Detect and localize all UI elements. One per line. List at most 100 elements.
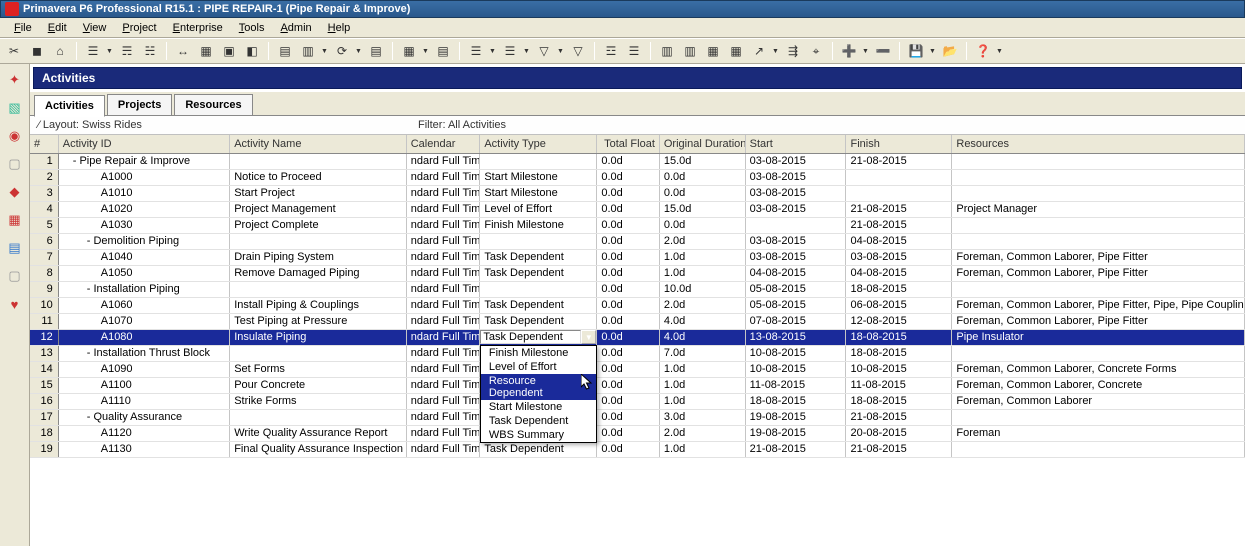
toolbar-btn[interactable]: ▤ bbox=[366, 41, 386, 61]
dropdown-option[interactable]: Resource Dependent bbox=[481, 374, 596, 400]
dropdown-option[interactable]: Task Dependent bbox=[481, 414, 596, 428]
section-header: Activities bbox=[33, 67, 1242, 89]
table-row[interactable]: 9- Installation Pipingndard Full Time0.0… bbox=[30, 281, 1245, 297]
toolbar-btn[interactable]: ▥ bbox=[680, 41, 700, 61]
table-row[interactable]: 6- Demolition Pipingndard Full Time0.0d2… bbox=[30, 233, 1245, 249]
menu-edit[interactable]: Edit bbox=[40, 20, 75, 36]
col-header[interactable]: Activity Type bbox=[480, 135, 597, 153]
menu-file[interactable]: File bbox=[6, 20, 40, 36]
sidebar-icon[interactable]: ▦ bbox=[7, 212, 23, 228]
col-header[interactable]: Finish bbox=[846, 135, 952, 153]
col-header[interactable]: Activity ID bbox=[58, 135, 229, 153]
col-header[interactable]: Calendar bbox=[406, 135, 480, 153]
toolbar-btn[interactable]: ▣ bbox=[219, 41, 239, 61]
toolbar-btn[interactable]: ☰ bbox=[624, 41, 644, 61]
toolbar-btn[interactable]: ☰ bbox=[83, 41, 103, 61]
table-row[interactable]: 13- Installation Thrust Blockndard Full … bbox=[30, 345, 1245, 361]
toolbar-btn[interactable]: ▥ bbox=[657, 41, 677, 61]
toolbar-btn[interactable]: ☰ bbox=[500, 41, 520, 61]
toolbar-btn[interactable]: ☲ bbox=[601, 41, 621, 61]
col-header[interactable]: Total Float bbox=[597, 135, 660, 153]
menu-help[interactable]: Help bbox=[320, 20, 359, 36]
toolbar-btn[interactable]: ✂ bbox=[4, 41, 24, 61]
sidebar-icon[interactable]: ▧ bbox=[7, 100, 23, 116]
sidebar-icon[interactable]: ▤ bbox=[7, 240, 23, 256]
table-row[interactable]: 11A1070Test Piping at Pressurendard Full… bbox=[30, 313, 1245, 329]
toolbar-btn[interactable]: 📂 bbox=[940, 41, 960, 61]
toolbar-btn[interactable]: ⟳ bbox=[332, 41, 352, 61]
menu-admin[interactable]: Admin bbox=[272, 20, 319, 36]
table-row[interactable]: 19A1130Final Quality Assurance Inspectio… bbox=[30, 441, 1245, 457]
table-row[interactable]: 5A1030Project Completendard Full TimeFin… bbox=[30, 217, 1245, 233]
dropdown-option[interactable]: Start Milestone bbox=[481, 400, 596, 414]
activity-type-dropdown[interactable]: Finish MilestoneLevel of EffortResource … bbox=[480, 345, 597, 443]
menu-project[interactable]: Project bbox=[114, 20, 164, 36]
toolbar-btn[interactable]: 💾 bbox=[906, 41, 926, 61]
dropdown-option[interactable]: WBS Summary bbox=[481, 428, 596, 442]
toolbar-btn[interactable]: ➕ bbox=[839, 41, 859, 61]
filter-label[interactable]: Filter: All Activities bbox=[418, 119, 1237, 131]
toolbar-btn[interactable]: ☵ bbox=[140, 41, 160, 61]
table-row[interactable]: 18A1120Write Quality Assurance Reportnda… bbox=[30, 425, 1245, 441]
table-row[interactable]: 8A1050Remove Damaged Pipingndard Full Ti… bbox=[30, 265, 1245, 281]
table-row[interactable]: 14A1090Set Formsndard Full TimeTask Depe… bbox=[30, 361, 1245, 377]
tab-projects[interactable]: Projects bbox=[107, 94, 172, 115]
toolbar-btn[interactable]: ▽ bbox=[534, 41, 554, 61]
menu-bar: FileEditViewProjectEnterpriseToolsAdminH… bbox=[0, 18, 1245, 38]
toolbar-btn[interactable]: ▦ bbox=[703, 41, 723, 61]
toolbar-btn[interactable]: ⌂ bbox=[50, 41, 70, 61]
dropdown-option[interactable]: Level of Effort bbox=[481, 360, 596, 374]
toolbar-btn[interactable]: ▽ bbox=[568, 41, 588, 61]
toolbar-btn[interactable]: ☴ bbox=[117, 41, 137, 61]
table-row[interactable]: 17- Quality Assurancendard Full Time0.0d… bbox=[30, 409, 1245, 425]
table-row[interactable]: 2A1000Notice to Proceedndard Full TimeSt… bbox=[30, 169, 1245, 185]
col-header[interactable]: Resources bbox=[952, 135, 1245, 153]
col-header[interactable]: Activity Name bbox=[230, 135, 407, 153]
toolbar-btn[interactable]: ➖ bbox=[873, 41, 893, 61]
col-header[interactable]: Original Duration bbox=[659, 135, 745, 153]
activity-type-value[interactable]: Task Dependent bbox=[480, 330, 581, 344]
table-row[interactable]: 12A1080Insulate Pipingndard Full TimeTas… bbox=[30, 329, 1245, 345]
toolbar-btn[interactable]: ◼ bbox=[27, 41, 47, 61]
sidebar-icon[interactable]: ▢ bbox=[7, 268, 23, 284]
table-row[interactable]: 16A1110Strike Formsndard Full TimeTask D… bbox=[30, 393, 1245, 409]
sidebar-icon[interactable]: ◆ bbox=[7, 184, 23, 200]
toolbar-btn[interactable]: ❓ bbox=[973, 41, 993, 61]
dropdown-option[interactable]: Finish Milestone bbox=[481, 346, 596, 360]
table-row[interactable]: 7A1040Drain Piping Systemndard Full Time… bbox=[30, 249, 1245, 265]
title-bar: Primavera P6 Professional R15.1 : PIPE R… bbox=[0, 0, 1245, 18]
col-header[interactable]: # bbox=[30, 135, 58, 153]
toolbar-btn[interactable]: ◧ bbox=[242, 41, 262, 61]
dropdown-button[interactable]: ▼ bbox=[581, 330, 596, 344]
table-row[interactable]: 10A1060Install Piping & Couplingsndard F… bbox=[30, 297, 1245, 313]
toolbar-btn[interactable]: ▤ bbox=[433, 41, 453, 61]
table-row[interactable]: 15A1100Pour Concretendard Full TimeTask … bbox=[30, 377, 1245, 393]
toolbar-btn[interactable]: ▤ bbox=[275, 41, 295, 61]
tabs-row: ActivitiesProjectsResources bbox=[30, 92, 1245, 116]
toolbar-btn[interactable]: ▦ bbox=[726, 41, 746, 61]
sidebar-icon[interactable]: ▢ bbox=[7, 156, 23, 172]
table-row[interactable]: 3A1010Start Projectndard Full TimeStart … bbox=[30, 185, 1245, 201]
toolbar-btn[interactable]: ↔ bbox=[173, 41, 193, 61]
toolbar-btn[interactable]: ⇶ bbox=[783, 41, 803, 61]
tab-activities[interactable]: Activities bbox=[34, 95, 105, 117]
tab-resources[interactable]: Resources bbox=[174, 94, 252, 115]
toolbar-btn[interactable]: ↗ bbox=[749, 41, 769, 61]
grid-wrap: #Activity IDActivity NameCalendarActivit… bbox=[30, 135, 1245, 546]
sidebar-icon[interactable]: ✦ bbox=[7, 72, 23, 88]
menu-enterprise[interactable]: Enterprise bbox=[165, 20, 231, 36]
toolbar-btn[interactable]: ▦ bbox=[399, 41, 419, 61]
menu-view[interactable]: View bbox=[75, 20, 115, 36]
toolbar-btn[interactable]: ☰ bbox=[466, 41, 486, 61]
left-sidebar: ✦ ▧ ◉ ▢ ◆ ▦ ▤ ▢ ♥ bbox=[0, 64, 30, 546]
table-row[interactable]: 1- Pipe Repair & Improvendard Full Time0… bbox=[30, 153, 1245, 169]
table-row[interactable]: 4A1020Project Managementndard Full TimeL… bbox=[30, 201, 1245, 217]
layout-label[interactable]: ⁄ Layout: Swiss Rides bbox=[38, 119, 418, 131]
toolbar-btn[interactable]: ▥ bbox=[298, 41, 318, 61]
menu-tools[interactable]: Tools bbox=[231, 20, 273, 36]
col-header[interactable]: Start bbox=[745, 135, 846, 153]
toolbar-btn[interactable]: ⌖ bbox=[806, 41, 826, 61]
sidebar-icon[interactable]: ♥ bbox=[7, 296, 23, 312]
sidebar-icon[interactable]: ◉ bbox=[7, 128, 23, 144]
toolbar-btn[interactable]: ▦ bbox=[196, 41, 216, 61]
